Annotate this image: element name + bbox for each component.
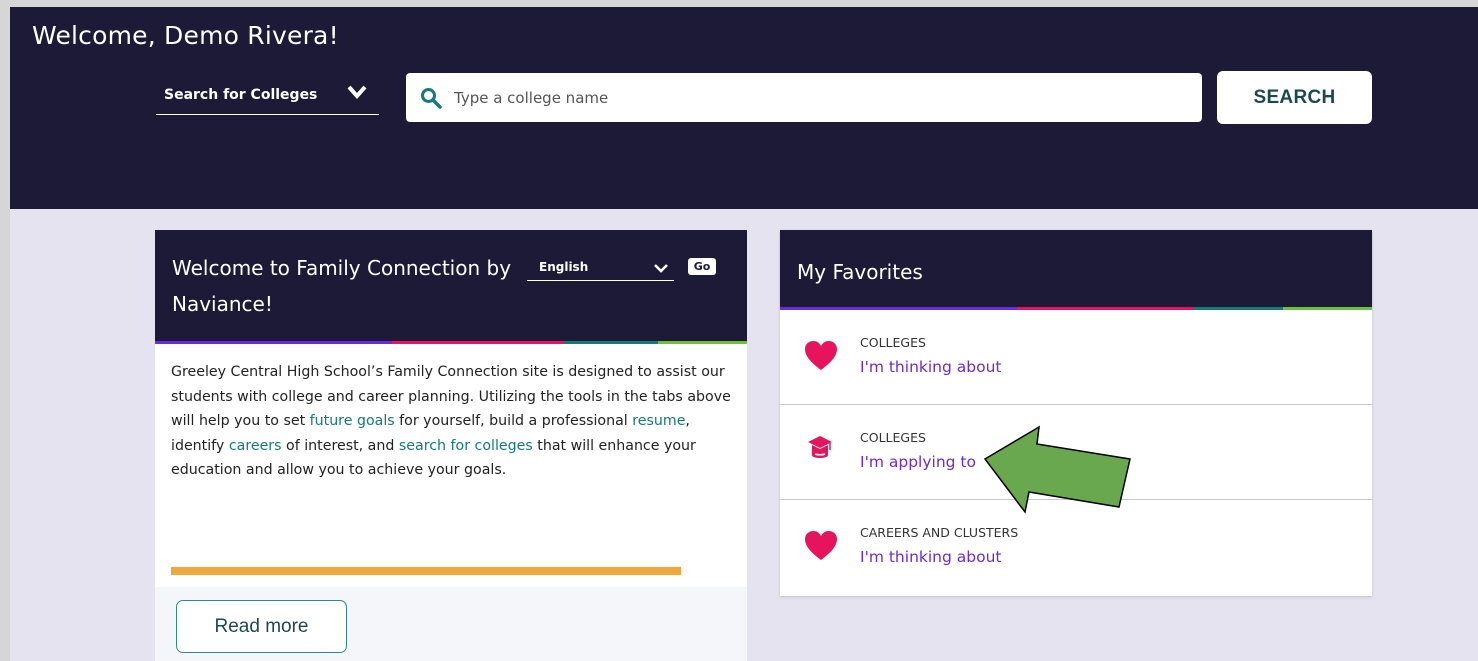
graduation-cap-icon xyxy=(808,436,832,458)
heart-icon xyxy=(805,531,837,560)
language-select-value: English xyxy=(539,260,589,274)
favorite-category: COLLEGES xyxy=(860,430,926,445)
favorites-card-title: My Favorites xyxy=(797,260,923,284)
header: Welcome, Demo Rivera! Search for College… xyxy=(10,7,1478,209)
heart-icon xyxy=(805,341,837,370)
welcome-card: Welcome to Family Connection by Naviance… xyxy=(155,230,747,661)
welcome-card-header: Welcome to Family Connection by Naviance… xyxy=(155,230,747,344)
highlighted-text-fragment xyxy=(171,567,681,575)
search-button[interactable]: SEARCH xyxy=(1217,71,1372,124)
body-link[interactable]: resume xyxy=(632,413,685,429)
chevron-down-icon xyxy=(347,85,367,100)
favorites-card: My Favorites COLLEGES I'm thinking about xyxy=(780,230,1372,596)
favorite-link[interactable]: I'm applying to xyxy=(860,453,976,471)
favorite-category: CAREERS AND CLUSTERS xyxy=(860,525,1019,540)
search-input[interactable] xyxy=(454,88,1154,107)
page-frame: Welcome, Demo Rivera! Search for College… xyxy=(10,7,1478,661)
favorite-item-colleges-thinking[interactable]: COLLEGES I'm thinking about xyxy=(780,310,1372,405)
favorites-card-header: My Favorites xyxy=(780,230,1372,310)
annotation-arrow-icon xyxy=(983,425,1131,514)
favorite-category: COLLEGES xyxy=(860,335,926,350)
search-type-dropdown[interactable]: Search for Colleges xyxy=(156,75,379,115)
welcome-title: Welcome, Demo Rivera! xyxy=(32,21,339,50)
search-type-label: Search for Colleges xyxy=(164,86,318,103)
language-select[interactable]: English xyxy=(527,257,674,281)
chevron-down-icon xyxy=(654,264,668,273)
language-go-button[interactable]: Go xyxy=(688,258,716,275)
search-icon xyxy=(421,87,442,109)
body-text: for yourself, build a professional xyxy=(394,413,633,429)
favorite-link[interactable]: I'm thinking about xyxy=(860,358,1001,376)
body-text: of interest, and xyxy=(281,437,399,454)
body-link[interactable]: careers xyxy=(229,438,282,454)
welcome-card-title: Welcome to Family Connection by Naviance… xyxy=(172,256,512,316)
read-more-area: Read more xyxy=(155,587,747,661)
read-more-button[interactable]: Read more xyxy=(176,600,347,653)
favorite-link[interactable]: I'm thinking about xyxy=(860,548,1001,566)
welcome-card-body: Greeley Central High School’s Family Con… xyxy=(155,344,747,483)
body-link[interactable]: future goals xyxy=(310,413,395,429)
body-link[interactable]: search for colleges xyxy=(399,438,533,454)
search-field[interactable] xyxy=(406,73,1202,122)
accent-bar xyxy=(155,341,747,344)
